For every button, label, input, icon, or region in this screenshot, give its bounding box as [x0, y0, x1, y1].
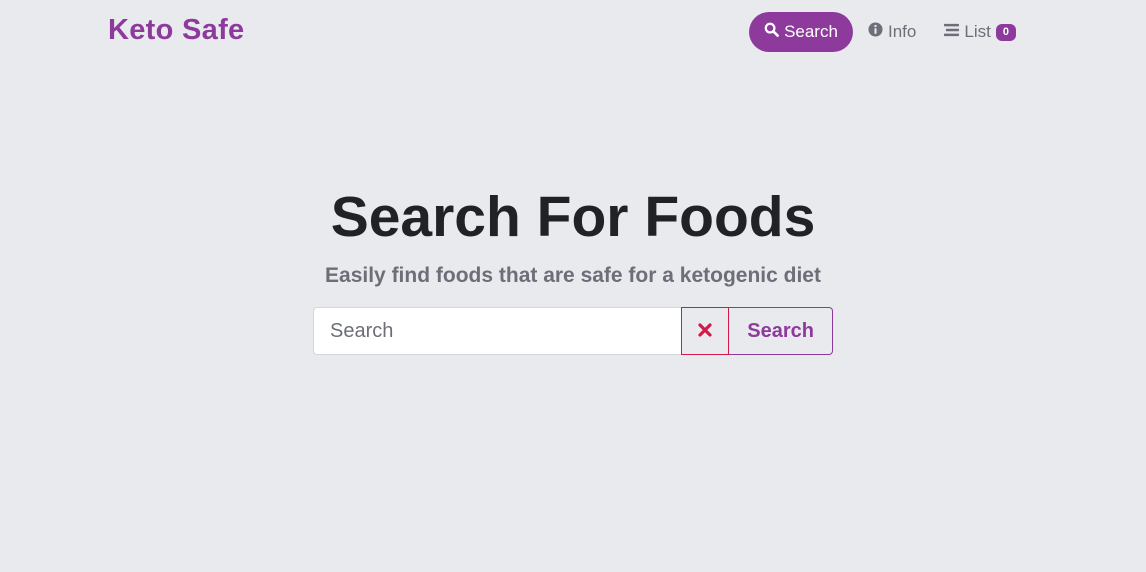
list-icon [944, 22, 964, 42]
search-form: Search [313, 307, 833, 355]
clear-search-button[interactable] [681, 307, 730, 355]
nav-item-label: Search [784, 22, 838, 41]
list-count-badge: 0 [995, 23, 1016, 41]
close-icon [698, 322, 712, 340]
search-submit-button[interactable]: Search [729, 307, 833, 355]
main-nav: Search Info List 0 [749, 12, 1030, 52]
nav-item-search[interactable]: Search [749, 12, 853, 52]
navbar: Keto Safe Search Info List 0 [0, 0, 1146, 64]
brand-logo-link[interactable]: Keto Safe [108, 14, 244, 47]
page-subtitle: Easily find foods that are safe for a ke… [325, 264, 821, 287]
info-icon [868, 22, 888, 42]
search-input[interactable] [313, 307, 682, 355]
nav-item-label: List [964, 22, 991, 41]
page-title: Search For Foods [330, 185, 816, 249]
nav-item-info[interactable]: Info [854, 12, 930, 52]
nav-item-list[interactable]: List 0 [930, 12, 1030, 52]
search-icon [764, 22, 784, 42]
nav-item-label: Info [888, 22, 917, 41]
